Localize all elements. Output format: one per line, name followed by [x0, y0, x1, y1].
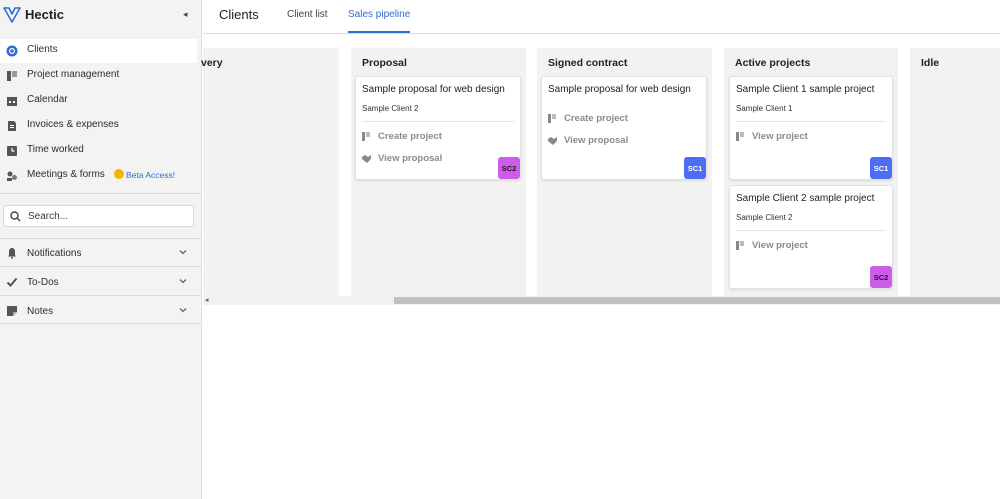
beta-access-label: Beta Access!	[126, 170, 176, 180]
nav-item-clients[interactable]: Clients	[0, 39, 197, 63]
action-label: Create project	[564, 113, 628, 124]
star-struck-emoji-icon	[114, 169, 124, 179]
pipeline-column-proposal: Proposal Sample proposal for web design …	[351, 48, 526, 298]
pipeline-card[interactable]: Sample proposal for web design Create pr…	[541, 76, 707, 180]
pipeline-column-discovery: very	[201, 48, 339, 298]
hectic-logo-icon	[3, 7, 21, 23]
project-icon	[362, 132, 370, 141]
clock-icon	[7, 146, 17, 156]
column-title: very	[201, 57, 223, 69]
card-divider	[736, 121, 886, 122]
search-input[interactable]	[28, 209, 188, 223]
action-label: View project	[752, 131, 808, 142]
sidebar-search[interactable]	[3, 205, 194, 227]
meetings-icon	[7, 171, 17, 181]
page-header: Clients Client list Sales pipeline	[203, 0, 1000, 34]
pipeline-card[interactable]: Sample proposal for web design Sample Cl…	[355, 76, 521, 180]
project-management-icon	[7, 71, 17, 81]
todo-check-icon	[6, 277, 18, 287]
tab-sales-pipeline[interactable]: Sales pipeline	[348, 9, 411, 33]
nav-item-label: Meetings & forms	[27, 169, 105, 180]
board-horizontal-scrollbar[interactable]: ◂	[203, 296, 1000, 305]
card-client: Sample Client 2	[362, 104, 419, 113]
nav-item-project-management[interactable]: Project management	[0, 64, 197, 88]
section-notifications[interactable]: Notifications	[0, 239, 201, 267]
column-title: Active projects	[735, 57, 811, 69]
card-client: Sample Client 1	[736, 104, 793, 113]
app-name: Hectic	[25, 7, 65, 22]
section-notes[interactable]: Notes	[0, 297, 201, 325]
scrollbar-thumb[interactable]	[394, 297, 1000, 304]
action-label: Create project	[378, 131, 442, 142]
action-label: View proposal	[564, 135, 629, 146]
sidebar-divider	[0, 295, 201, 296]
nav-item-invoices[interactable]: Invoices & expenses	[0, 114, 197, 138]
section-label: To-Dos	[27, 277, 59, 288]
pipeline-column-signed-contract: Signed contract Sample proposal for web …	[537, 48, 712, 298]
notes-icon	[7, 306, 17, 316]
client-badge: SC2	[870, 266, 892, 288]
column-title: Signed contract	[548, 57, 628, 69]
card-divider	[736, 230, 886, 231]
chevron-down-icon[interactable]	[178, 276, 188, 286]
column-title: Idle	[921, 57, 940, 69]
card-title: Sample Client 2 sample project	[736, 193, 875, 204]
sidebar-divider	[0, 193, 201, 194]
client-badge: SC2	[498, 157, 520, 179]
handshake-icon	[362, 155, 371, 163]
nav-item-label: Clients	[27, 44, 58, 55]
project-icon	[736, 132, 744, 141]
project-icon	[548, 114, 556, 123]
pipeline-column-idle: Idle	[910, 48, 1000, 298]
section-todos[interactable]: To-Dos	[0, 268, 201, 296]
client-badge: SC1	[870, 157, 892, 179]
tab-client-list[interactable]: Client list	[287, 9, 328, 33]
card-title: Sample proposal for web design	[362, 84, 505, 95]
nav-item-time-worked[interactable]: Time worked	[0, 139, 197, 163]
pipeline-card[interactable]: Sample Client 1 sample project Sample Cl…	[729, 76, 893, 180]
invoice-icon	[8, 121, 16, 131]
client-badge: SC1	[684, 157, 706, 179]
collapse-sidebar-button[interactable]: ◂	[183, 9, 188, 20]
section-label: Notifications	[27, 248, 82, 259]
project-icon	[736, 241, 744, 250]
calendar-icon	[7, 97, 17, 106]
nav-item-meetings-forms[interactable]: Meetings & forms Beta Access!	[0, 164, 197, 188]
chevron-down-icon[interactable]	[178, 247, 188, 257]
sidebar-divider	[0, 266, 201, 267]
pipeline-column-active-projects: Active projects Sample Client 1 sample p…	[724, 48, 898, 298]
card-client: Sample Client 2	[736, 213, 793, 222]
column-title: Proposal	[362, 57, 407, 69]
clients-icon	[6, 45, 18, 57]
card-divider	[362, 121, 514, 122]
beta-access-badge[interactable]: Beta Access!	[114, 169, 175, 180]
handshake-icon	[548, 137, 557, 145]
nav-item-label: Calendar	[27, 94, 68, 105]
card-title: Sample Client 1 sample project	[736, 84, 875, 95]
card-title: Sample proposal for web design	[548, 84, 691, 95]
nav-item-label: Invoices & expenses	[27, 119, 119, 130]
bell-icon	[8, 248, 16, 259]
pipeline-card[interactable]: Sample Client 2 sample project Sample Cl…	[729, 185, 893, 289]
page-title: Clients	[219, 7, 259, 22]
search-icon	[10, 211, 21, 222]
section-label: Notes	[27, 306, 54, 317]
sidebar-divider	[0, 323, 201, 324]
nav-item-label: Project management	[27, 69, 120, 80]
nav-item-label: Time worked	[27, 144, 84, 155]
chevron-down-icon[interactable]	[178, 305, 188, 315]
nav-item-calendar[interactable]: Calendar	[0, 89, 197, 113]
action-label: View proposal	[378, 153, 443, 164]
sidebar: Hectic ◂ Clients Project management Cale…	[0, 0, 202, 499]
action-label: View project	[752, 240, 808, 251]
scroll-left-arrow-icon[interactable]: ◂	[205, 296, 209, 304]
brand-header: Hectic ◂	[0, 0, 202, 32]
